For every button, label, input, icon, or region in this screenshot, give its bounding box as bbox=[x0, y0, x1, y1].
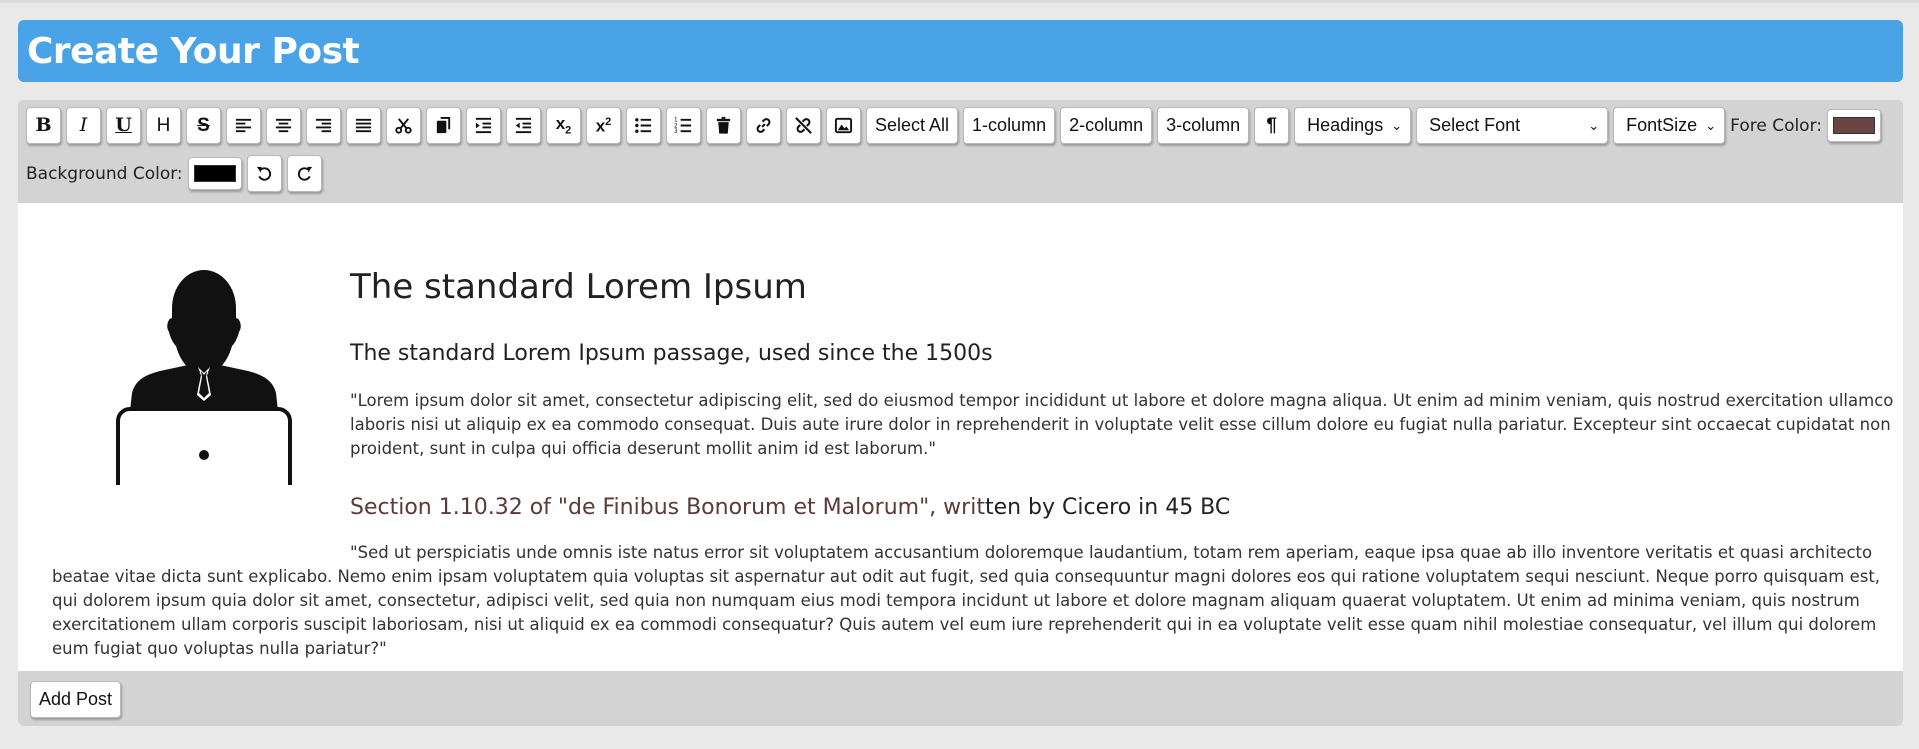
section-heading-colored: Section 1.10.32 of "de Finibus Bonorum e… bbox=[350, 495, 985, 520]
bold-icon: B bbox=[35, 114, 52, 136]
trash-icon bbox=[716, 116, 731, 134]
toolbar-row-2: Background Color: bbox=[26, 155, 322, 192]
background-color-swatch bbox=[193, 165, 236, 182]
one-column-button[interactable]: 1-column bbox=[963, 107, 1056, 144]
editor-footer: Add Post bbox=[18, 671, 1903, 726]
undo-button[interactable] bbox=[246, 155, 282, 192]
underline-button[interactable]: U bbox=[106, 107, 141, 144]
fore-color-picker[interactable] bbox=[1827, 109, 1882, 142]
bullet-list-button[interactable] bbox=[626, 107, 661, 144]
font-select-value: Select Font bbox=[1429, 115, 1521, 135]
top-strip bbox=[0, 0, 1919, 3]
image-icon bbox=[834, 117, 853, 134]
link-button[interactable] bbox=[746, 107, 781, 144]
undo-icon bbox=[256, 166, 271, 181]
bold-button[interactable]: B bbox=[26, 107, 61, 144]
indent-button[interactable] bbox=[466, 107, 501, 144]
italic-icon: I bbox=[79, 114, 88, 136]
paragraph-1: "Lorem ipsum dolor sit amet, consectetur… bbox=[350, 391, 1894, 458]
post-subtitle: The standard Lorem Ipsum passage, used s… bbox=[350, 341, 993, 366]
align-right-icon bbox=[315, 118, 332, 133]
three-column-button[interactable]: 3-column bbox=[1157, 107, 1250, 144]
subscript-button[interactable]: x2 bbox=[546, 107, 581, 144]
chevron-down-icon: ⌄ bbox=[1391, 117, 1403, 133]
copy-icon bbox=[436, 116, 451, 134]
copy-button[interactable] bbox=[426, 107, 461, 144]
fontsize-select-value: FontSize bbox=[1626, 115, 1698, 135]
section-heading-rest: ten by Cicero in 45 BC bbox=[984, 495, 1231, 520]
fontsize-select[interactable]: FontSize ⌄ bbox=[1613, 107, 1726, 144]
bullet-list-icon bbox=[635, 118, 652, 133]
align-left-icon bbox=[235, 118, 252, 133]
align-right-button[interactable] bbox=[306, 107, 341, 144]
superscript-button[interactable]: x2 bbox=[586, 107, 621, 144]
paragraph-button[interactable]: ¶ bbox=[1254, 107, 1290, 144]
scissors-icon bbox=[395, 118, 412, 134]
chevron-down-icon: ⌄ bbox=[1705, 117, 1717, 133]
cut-button[interactable] bbox=[386, 107, 421, 144]
background-color-label: Background Color: bbox=[26, 163, 183, 184]
fore-color-label: Fore Color: bbox=[1730, 115, 1823, 136]
align-center-button[interactable] bbox=[266, 107, 301, 144]
outdent-icon bbox=[515, 117, 532, 134]
link-icon bbox=[756, 118, 771, 133]
superscript-icon: x2 bbox=[595, 115, 612, 136]
select-all-button[interactable]: Select All bbox=[866, 107, 959, 144]
chevron-down-icon: ⌄ bbox=[1588, 117, 1600, 133]
paragraph-2: "Sed ut perspiciatis unde omnis iste nat… bbox=[52, 543, 1881, 658]
redo-button[interactable] bbox=[286, 155, 322, 192]
section-heading: Section 1.10.32 of "de Finibus Bonorum e… bbox=[350, 495, 1230, 520]
paragraph-icon: ¶ bbox=[1266, 115, 1277, 136]
justify-icon bbox=[355, 118, 372, 133]
post-editor: B I U H S x2 x2 1 2 3 Select All 1-colum… bbox=[18, 100, 1903, 726]
headings-select-value: Headings bbox=[1307, 115, 1384, 135]
svg-text:3: 3 bbox=[674, 129, 678, 135]
indent-icon bbox=[475, 117, 492, 134]
background-color-picker[interactable] bbox=[187, 157, 242, 190]
align-center-icon bbox=[275, 118, 292, 133]
toolbar-row-1: B I U H S x2 x2 1 2 3 Select All 1-colum… bbox=[26, 107, 1882, 144]
numbered-list-button[interactable]: 123 bbox=[666, 107, 701, 144]
outdent-button[interactable] bbox=[506, 107, 541, 144]
page: Create Your Post B I U H S x2 x2 1 2 3 S… bbox=[0, 0, 1919, 749]
strikethrough-icon: S bbox=[197, 115, 210, 136]
italic-button[interactable]: I bbox=[66, 107, 101, 144]
heading-letter: H bbox=[156, 115, 171, 136]
strikethrough-button[interactable]: S bbox=[186, 107, 221, 144]
add-post-button[interactable]: Add Post bbox=[30, 681, 122, 718]
page-header: Create Your Post bbox=[18, 20, 1903, 82]
underline-icon: U bbox=[115, 114, 132, 136]
numbered-list-icon: 123 bbox=[674, 118, 692, 135]
person-laptop-icon bbox=[116, 270, 292, 485]
heading-button[interactable]: H bbox=[146, 107, 181, 144]
delete-button[interactable] bbox=[706, 107, 741, 144]
editor-content[interactable]: The standard Lorem Ipsum The standard Lo… bbox=[18, 203, 1903, 671]
headings-select[interactable]: Headings ⌄ bbox=[1294, 107, 1412, 144]
redo-icon bbox=[297, 166, 312, 181]
two-column-button[interactable]: 2-column bbox=[1060, 107, 1153, 144]
page-title: Create Your Post bbox=[27, 30, 360, 72]
image-button[interactable] bbox=[826, 107, 861, 144]
unlink-button[interactable] bbox=[786, 107, 821, 144]
subscript-icon: x2 bbox=[555, 113, 572, 137]
editor-toolbar: B I U H S x2 x2 1 2 3 Select All 1-colum… bbox=[18, 100, 1903, 202]
unlink-icon bbox=[795, 117, 812, 134]
fore-color-swatch bbox=[1833, 117, 1876, 134]
justify-button[interactable] bbox=[346, 107, 381, 144]
post-title: The standard Lorem Ipsum bbox=[350, 267, 807, 307]
align-left-button[interactable] bbox=[226, 107, 261, 144]
font-select[interactable]: Select Font ⌄ bbox=[1416, 107, 1609, 144]
